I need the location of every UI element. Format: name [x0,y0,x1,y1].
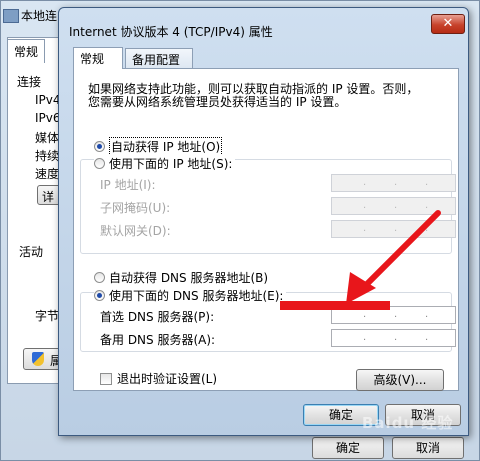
annotation-arrow-icon [346,210,441,304]
watermark: Baidu 经验 [362,414,454,432]
tab-general[interactable]: 常规 [73,47,123,69]
